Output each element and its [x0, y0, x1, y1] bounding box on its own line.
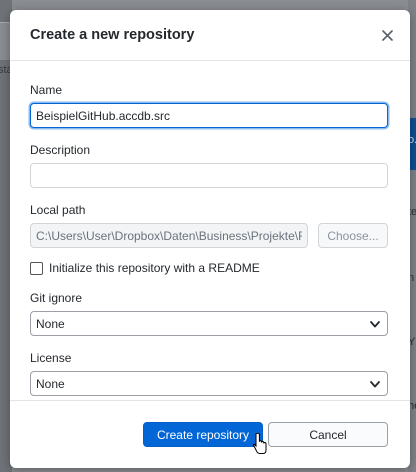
license-group: License None [30, 351, 388, 396]
git-ignore-label: Git ignore [30, 291, 83, 305]
chevron-down-icon [370, 320, 380, 327]
local-path-row: Choose... [30, 223, 388, 248]
readme-checkbox[interactable] [30, 261, 43, 275]
local-path-group: Local path Choose... [30, 203, 388, 248]
readme-row[interactable]: Initialize this repository with a README [30, 261, 388, 275]
description-label: Description [30, 143, 91, 157]
cancel-button[interactable]: Cancel [268, 422, 388, 447]
license-value: None [36, 376, 65, 391]
chevron-down-icon [370, 380, 380, 387]
choose-button[interactable]: Choose... [318, 223, 388, 248]
license-label: License [30, 351, 72, 365]
dialog-header: Create a new repository [10, 10, 410, 61]
readme-label[interactable]: Initialize this repository with a README [49, 261, 260, 275]
git-ignore-value: None [36, 316, 65, 331]
local-path-label: Local path [30, 203, 86, 217]
dialog-body: Name Description Local path Choose... In… [10, 61, 410, 396]
license-select[interactable]: None [30, 371, 388, 396]
name-group: Name [30, 83, 388, 128]
name-input[interactable] [30, 103, 388, 128]
local-path-input[interactable] [30, 223, 308, 248]
name-label: Name [30, 83, 63, 97]
close-icon [381, 29, 393, 41]
dialog-title: Create a new repository [30, 27, 195, 43]
dialog-footer: Create repository Cancel [10, 400, 410, 468]
mouse-pointer-icon [253, 433, 267, 454]
description-group: Description [30, 143, 388, 188]
create-repository-button[interactable]: Create repository [143, 422, 263, 447]
git-ignore-select[interactable]: None [30, 311, 388, 336]
git-ignore-group: Git ignore None [30, 291, 388, 336]
description-input[interactable] [30, 163, 388, 188]
close-button[interactable] [378, 26, 396, 44]
create-repository-dialog: Create a new repository Name Description… [10, 10, 410, 468]
